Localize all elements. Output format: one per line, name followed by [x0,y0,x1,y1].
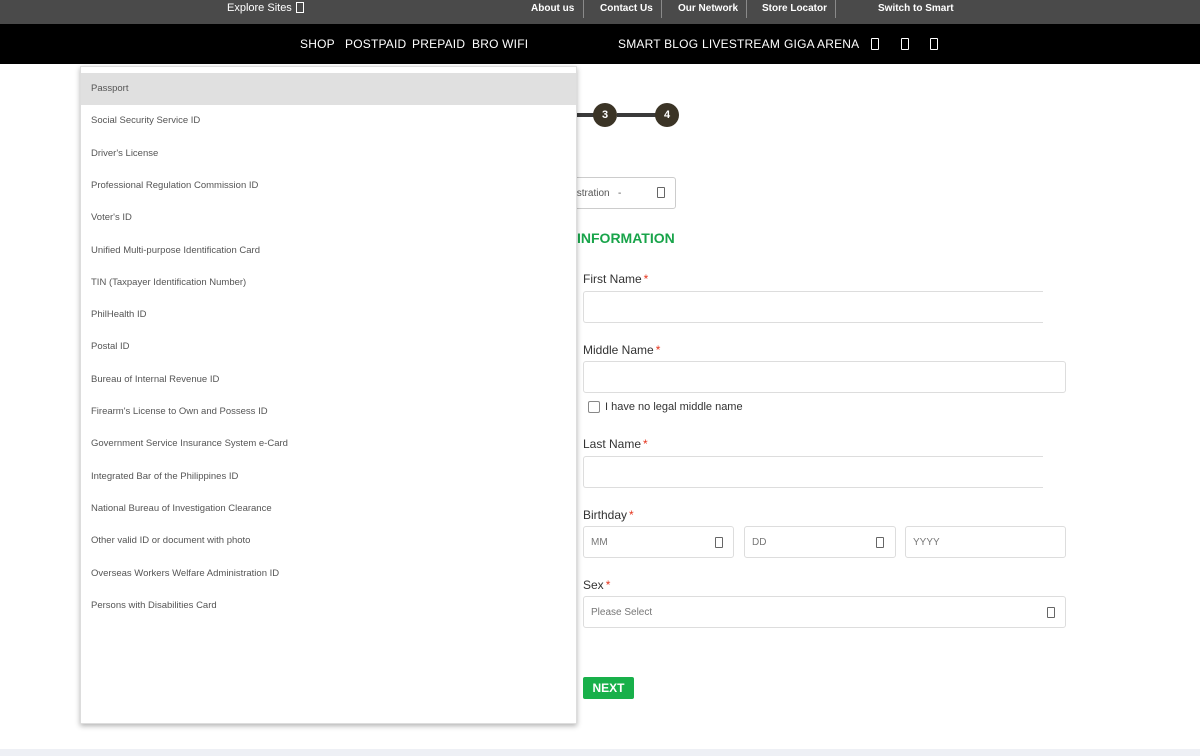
dropdown-option[interactable]: Bureau of Internal Revenue ID [81,364,576,396]
nav-prepaid[interactable]: PREPAID [412,37,465,51]
divider [583,0,584,18]
step-4: 4 [655,103,679,127]
first-name-input[interactable] [583,291,1043,323]
dropdown-option[interactable]: TIN (Taxpayer Identification Number) [81,267,576,299]
dropdown-option[interactable]: Passport [81,73,576,105]
chevron-down-icon [715,537,723,548]
registration-type-select[interactable]: gistration - [560,177,676,209]
dropdown-option[interactable]: Other valid ID or document with photo [81,525,576,557]
footer-band [0,749,1200,756]
registration-type-suffix: - [618,188,622,199]
birthday-year-placeholder: YYYY [913,537,940,548]
required-mark: * [605,578,611,592]
sex-placeholder: Please Select [591,607,653,618]
user-icon[interactable] [871,38,879,50]
dropdown-option[interactable]: Overseas Workers Welfare Administration … [81,558,576,590]
dropdown-option[interactable]: Government Service Insurance System e-Ca… [81,428,576,460]
dropdown-option[interactable]: Firearm's License to Own and Possess ID [81,396,576,428]
birthday-year-input[interactable]: YYYY [905,526,1066,558]
contact-us-link[interactable]: Contact Us [600,3,653,14]
required-mark: * [643,437,648,451]
first-name-label: First Name * [583,272,649,286]
about-us-link[interactable]: About us [531,3,574,14]
divider [746,0,747,18]
dropdown-option[interactable]: Persons with Disabilities Card [81,590,576,622]
nav-giga-arena[interactable]: GIGA ARENA [784,37,859,51]
birthday-month-select[interactable]: MM [583,526,734,558]
divider [661,0,662,18]
birthday-label: Birthday * [583,508,634,522]
explore-sites-label: Explore Sites [227,2,292,14]
sex-select[interactable]: Please Select [583,596,1066,628]
dropdown-option[interactable]: Voter's ID [81,202,576,234]
explore-sites-button[interactable]: Explore Sites [227,2,304,14]
dropdown-option[interactable]: PhilHealth ID [81,299,576,331]
chevron-down-icon [1047,607,1055,618]
required-mark: * [643,272,649,286]
top-utility-bar: Explore Sites About us Contact Us Our Ne… [0,0,1200,24]
search-icon[interactable] [930,38,938,50]
middle-name-input[interactable] [583,361,1066,393]
chevron-down-icon [657,187,665,198]
next-button[interactable]: NEXT [583,677,634,699]
section-title: INFORMATION [577,230,675,246]
dropdown-icon [295,2,304,13]
birthday-day-placeholder: DD [752,537,767,548]
main-navigation: SHOP POSTPAID PREPAID BRO WIFI SMART BLO… [0,24,1200,64]
no-middle-name-checkbox[interactable] [588,401,600,413]
store-locator-link[interactable]: Store Locator [762,3,827,14]
required-mark: * [655,343,661,357]
sex-label: Sex * [583,578,611,592]
stepper-line [617,113,657,117]
birthday-month-placeholder: MM [591,537,608,548]
no-middle-name-label: I have no legal middle name [605,401,743,413]
cart-icon[interactable] [901,38,909,50]
dropdown-option[interactable]: Social Security Service ID [81,105,576,137]
nav-postpaid[interactable]: POSTPAID [345,37,406,51]
dropdown-option[interactable]: Integrated Bar of the Philippines ID [81,461,576,493]
last-name-input[interactable] [583,456,1043,488]
nav-shop[interactable]: SHOP [300,37,335,51]
dropdown-option[interactable]: Driver's License [81,138,576,170]
last-name-label: Last Name * [583,437,648,451]
switch-to-smart-link[interactable]: Switch to Smart [878,3,954,14]
nav-smart-blog[interactable]: SMART BLOG [618,37,698,51]
dropdown-option[interactable]: Postal ID [81,331,576,363]
nav-livestream[interactable]: LIVESTREAM [702,37,780,51]
step-3: 3 [593,103,617,127]
id-type-dropdown-list[interactable]: Passport Social Security Service ID Driver… [80,66,577,724]
dropdown-option[interactable]: National Bureau of Investigation Clearan… [81,493,576,525]
our-network-link[interactable]: Our Network [678,3,738,14]
chevron-down-icon [876,537,884,548]
divider [835,0,836,18]
middle-name-label: Middle Name * [583,343,661,357]
required-mark: * [629,508,634,522]
dropdown-option[interactable]: Unified Multi-purpose Identification Car… [81,235,576,267]
dropdown-option[interactable]: Professional Regulation Commission ID [81,170,576,202]
birthday-day-select[interactable]: DD [744,526,896,558]
nav-bro-wifi[interactable]: BRO WIFI [472,37,528,51]
